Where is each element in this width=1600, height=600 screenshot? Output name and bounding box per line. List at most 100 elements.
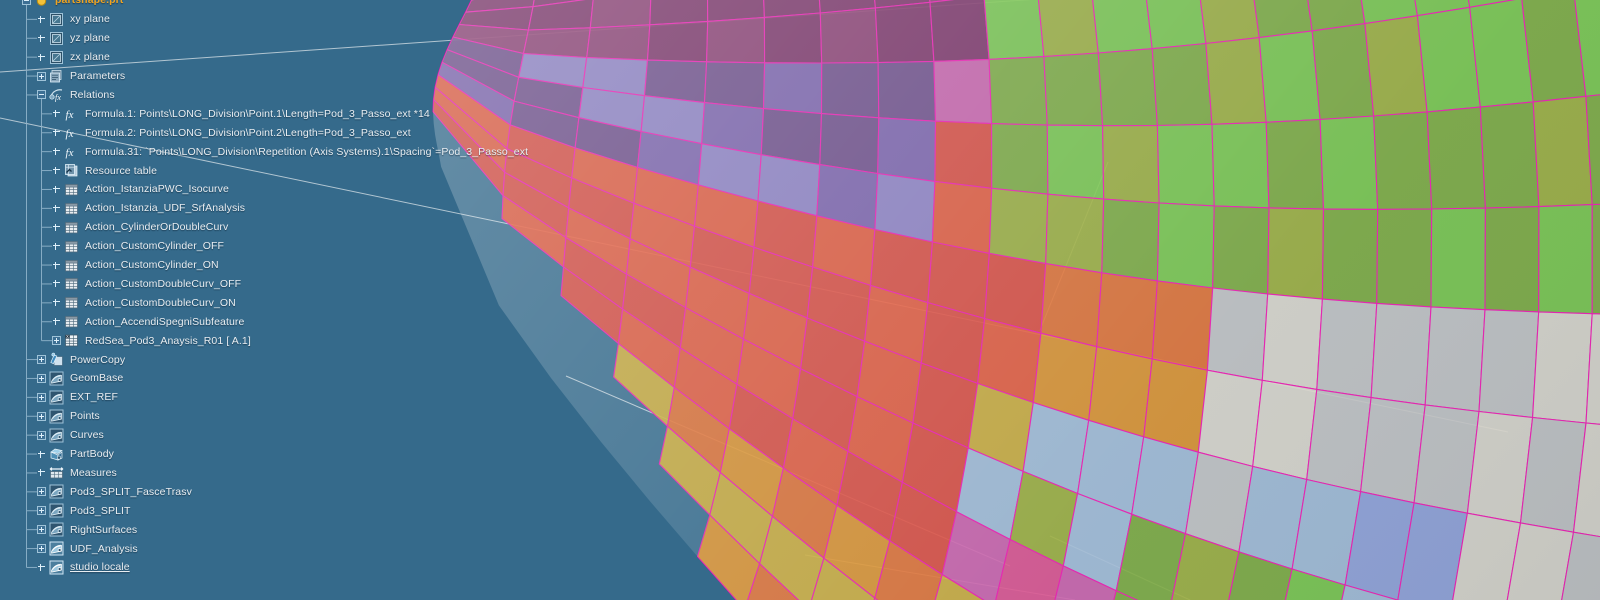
tree-node-label: Formula.1: Points\LONG_Division\Point.1\… [85, 107, 430, 120]
mesh-cell [1316, 298, 1378, 399]
mesh-cell [1046, 124, 1105, 200]
expand-plus-icon[interactable] [37, 544, 46, 554]
expand-plus-icon[interactable] [37, 373, 46, 383]
tree-node-label: PowerCopy [70, 353, 126, 366]
tree-node-yz-plane[interactable]: yz plane [37, 29, 110, 48]
expand-plus-icon[interactable] [37, 487, 46, 497]
tree-node-measures[interactable]: Measures [37, 464, 117, 483]
tree-node-relations[interactable]: fx Relations [37, 86, 115, 105]
tree-node-label: Relations [70, 88, 115, 101]
tree-node-formula-1-points-long-division-point-1-len[interactable]: fx Formula.1: Points\LONG_Division\Point.… [52, 104, 430, 123]
mesh-cell [1151, 280, 1214, 371]
tree-node-partbody[interactable]: PartBody [37, 445, 114, 464]
tree-node-studio-locale[interactable]: studio locale [37, 558, 130, 577]
powercopy-icon [49, 352, 64, 367]
mesh-cell [1373, 111, 1433, 210]
tree-node-action-cylinderordoublecurv[interactable]: Action_CylinderOrDoubleCurv [52, 218, 228, 237]
expand-plus-icon[interactable] [37, 392, 46, 402]
svg-text:fx: fx [66, 109, 74, 121]
tree-node-label: Points [70, 410, 100, 423]
tree-node-label: Pod3_SPLIT_FasceTrasv [70, 485, 192, 498]
mesh-cell [1424, 306, 1486, 413]
tree-node-formula-31-points-long-division-repetition[interactable]: fx Formula.31: `Points\LONG_Division\Repe… [52, 142, 528, 161]
mesh-cell [586, 24, 651, 61]
mesh-cell [819, 113, 880, 175]
tree-node-parameters[interactable]: Parameters [37, 67, 125, 86]
tree-node-curves[interactable]: Curves [37, 426, 104, 445]
plane-icon [49, 31, 64, 46]
expand-plus-icon[interactable] [52, 336, 61, 346]
mesh-cell [1267, 207, 1325, 300]
tree-leaf-spacer [52, 204, 61, 213]
mesh-cell [820, 62, 880, 119]
mesh-cell [1145, 0, 1207, 50]
tree-node-formula-2-points-long-division-point-2-len[interactable]: fx Formula.2: Points\LONG_Division\Point.… [52, 123, 411, 142]
tree-node-ext-ref[interactable]: EXT_REF [37, 388, 118, 407]
tree-node-partshape-prt[interactable]: partshape.prt [22, 0, 123, 10]
mesh-cell [1097, 48, 1158, 127]
tree-node-udf-analysis[interactable]: UDF_Analysis [37, 539, 138, 558]
part-icon [34, 0, 49, 8]
collapse-minus-icon[interactable] [22, 0, 31, 5]
tree-node-action-accendispegnisubfeature[interactable]: Action_AccendiSpegniSubfeature [52, 312, 244, 331]
tree-node-pod3-split[interactable]: Pod3_SPLIT [37, 501, 131, 520]
expand-plus-icon[interactable] [37, 71, 46, 81]
tree-leaf-spacer [37, 15, 46, 24]
tree-node-label: PartBody [70, 448, 114, 461]
mesh-cell [763, 12, 823, 64]
tree-leaf-spacer [37, 34, 46, 43]
tree-node-geombase[interactable]: GeomBase [37, 369, 123, 388]
mesh-cell [1037, 0, 1099, 58]
mesh-cell [1040, 263, 1103, 348]
specification-tree[interactable]: partshape.prt xy plane yz plane zx plane Par… [0, 0, 528, 600]
tree-leaf-spacer [37, 468, 46, 477]
tree-node-action-customdoublecurv-off[interactable]: Action_CustomDoubleCurv_OFF [52, 275, 241, 294]
expand-plus-icon[interactable] [37, 525, 46, 535]
mesh-cell [1479, 101, 1540, 209]
svg-text:fx: fx [66, 147, 74, 159]
mesh-cell [1538, 204, 1593, 315]
mesh-cell [1306, 388, 1372, 493]
mesh-cell [1197, 369, 1263, 467]
tree-node-label: EXT_REF [70, 391, 118, 404]
expand-plus-icon[interactable] [37, 355, 46, 365]
tree-node-powercopy[interactable]: PowerCopy [37, 350, 125, 369]
tree-node-action-customdoublecurv-on[interactable]: Action_CustomDoubleCurv_ON [52, 293, 236, 312]
tree-leaf-spacer [52, 128, 61, 137]
mesh-cell [1364, 15, 1428, 117]
action-icon [64, 201, 79, 216]
tree-leaf-spacer [37, 450, 46, 459]
tree-leaf-spacer [52, 166, 61, 175]
mesh-cell [589, 0, 652, 29]
expand-plus-icon[interactable] [37, 430, 46, 440]
geoset-icon [49, 522, 64, 537]
expand-plus-icon[interactable] [37, 506, 46, 516]
tree-node-action-customcylinder-on[interactable]: Action_CustomCylinder_ON [52, 256, 219, 275]
mesh-cell [1156, 123, 1215, 207]
mesh-cell [1252, 379, 1318, 481]
tree-node-pod3-split-fascetrasv[interactable]: Pod3_SPLIT_FasceTrasv [37, 482, 192, 501]
tree-node-points[interactable]: Points [37, 407, 100, 426]
tree-node-rightsurfaces[interactable]: RightSurfaces [37, 520, 137, 539]
tree-node-redsea-pod3-anaysis-r01-a-1[interactable]: X RedSea_Pod3_Anaysis_R01 [ A.1] [52, 331, 251, 350]
mesh-cell [649, 0, 709, 26]
expand-plus-icon[interactable] [37, 411, 46, 421]
tree-node-action-istanzia-udf-srfanalysis[interactable]: Action_Istanzia_UDF_SrfAnalysis [52, 199, 245, 218]
tree-node-resource-table[interactable]: Resource table [52, 161, 157, 180]
mesh-cell [1321, 208, 1379, 304]
tree-node-action-istanziapwc-isocurve[interactable]: Action_IstanziaPWC_Isocurve [52, 180, 229, 199]
mesh-cell [1092, 0, 1153, 54]
tree-leaf-spacer [52, 185, 61, 194]
tree-node-zx-plane[interactable]: zx plane [37, 48, 110, 67]
collapse-minus-icon[interactable] [37, 90, 46, 100]
formula-icon: fx [64, 144, 79, 159]
geoset-icon [49, 390, 64, 405]
mesh-cell [1426, 106, 1486, 210]
tree-node-action-customcylinder-off[interactable]: Action_CustomCylinder_OFF [52, 237, 224, 256]
geoset-active-icon [49, 560, 64, 575]
mesh-cell [1043, 52, 1104, 127]
tree-node-label: GeomBase [70, 372, 124, 385]
tree-node-label: xy plane [70, 13, 110, 26]
measures-icon [49, 465, 64, 480]
tree-node-xy-plane[interactable]: xy plane [37, 10, 110, 29]
